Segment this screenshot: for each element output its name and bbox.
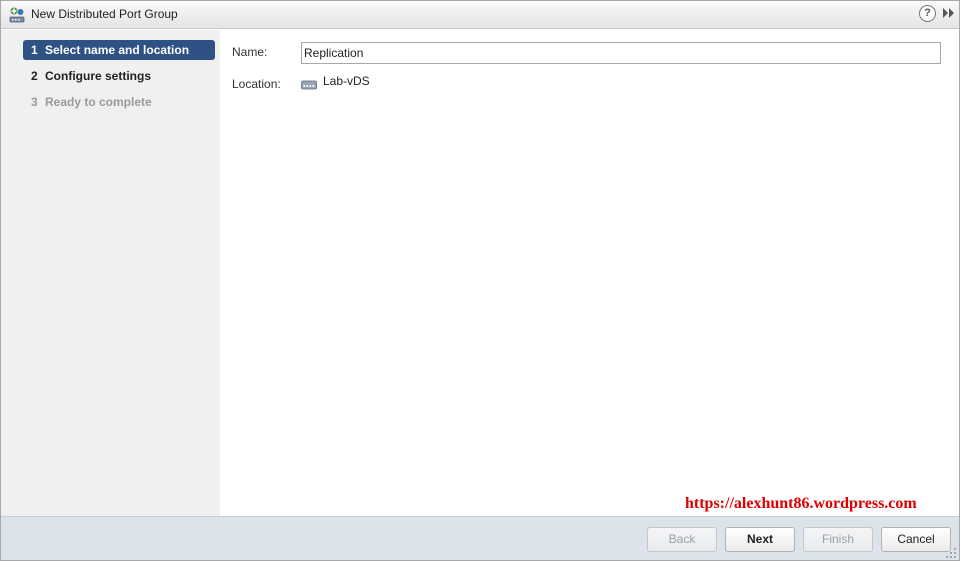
step-ready-to-complete: 3 Ready to complete bbox=[23, 92, 215, 112]
expand-icon[interactable] bbox=[942, 6, 956, 20]
step-number: 2 bbox=[31, 69, 38, 83]
step-number: 1 bbox=[31, 43, 38, 57]
location-label: Location: bbox=[232, 77, 281, 91]
back-button[interactable]: Back bbox=[647, 527, 717, 552]
wizard-footer: Back Next Finish Cancel bbox=[1, 516, 959, 560]
distributed-port-group-icon bbox=[9, 7, 25, 23]
name-input[interactable] bbox=[301, 42, 941, 64]
distributed-switch-icon bbox=[301, 80, 317, 90]
wizard-dialog: New Distributed Port Group ? 1 Select nam… bbox=[0, 0, 960, 561]
title-bar: New Distributed Port Group ? bbox=[1, 1, 959, 29]
step-label: Select name and location bbox=[45, 43, 190, 57]
cancel-button[interactable]: Cancel bbox=[881, 527, 951, 552]
finish-button[interactable]: Finish bbox=[803, 527, 873, 552]
help-icon[interactable]: ? bbox=[919, 5, 936, 22]
step-number: 3 bbox=[31, 95, 38, 109]
wizard-steps-sidebar: 1 Select name and location 2 Configure set… bbox=[1, 30, 220, 516]
step-configure-settings[interactable]: 2 Configure settings bbox=[23, 66, 215, 86]
next-button[interactable]: Next bbox=[725, 527, 795, 552]
step-select-name-and-location[interactable]: 1 Select name and location bbox=[23, 40, 215, 60]
step-label: Ready to complete bbox=[45, 95, 152, 109]
name-label: Name: bbox=[232, 45, 268, 59]
watermark-url: https://alexhunt86.wordpress.com bbox=[685, 495, 917, 512]
step-label: Configure settings bbox=[45, 69, 152, 83]
resize-grip-icon[interactable] bbox=[945, 547, 957, 559]
wizard-content: Name: Location: Lab-vDS bbox=[220, 30, 959, 516]
location-value: Lab-vDS bbox=[323, 74, 370, 88]
dialog-title: New Distributed Port Group bbox=[31, 7, 178, 21]
